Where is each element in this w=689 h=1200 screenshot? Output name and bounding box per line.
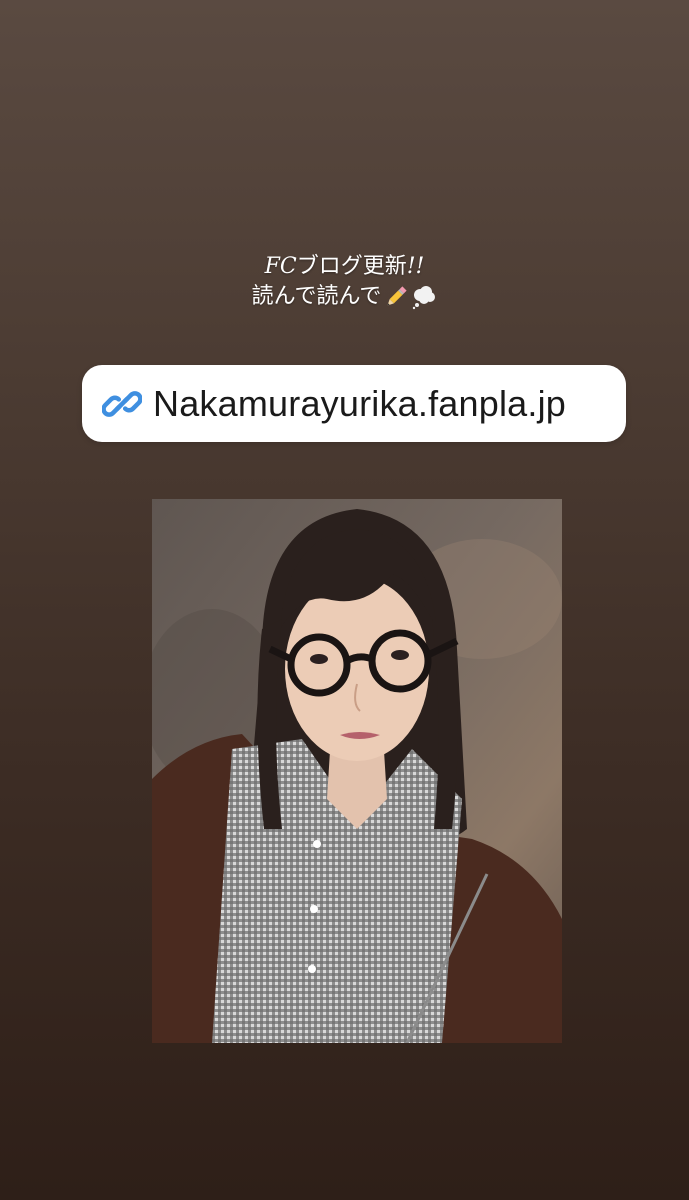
caption-blog-updated: ブログ更新 — [296, 254, 407, 279]
story-caption: FCブログ更新!! 読んで読んで — [0, 252, 689, 312]
pencil-icon — [383, 284, 409, 310]
caption-read-read: 読んで読んで — [251, 284, 382, 309]
caption-line-2: 読んで読んで — [252, 282, 438, 312]
selfie-photo — [152, 499, 562, 1043]
caption-exclaim: !! — [406, 254, 425, 279]
thought-balloon-icon — [411, 284, 437, 310]
caption-fc: FC — [264, 254, 297, 279]
link-url: Nakamurayurika.fanpla.jp — [153, 382, 566, 424]
link-sticker[interactable]: Nakamurayurika.fanpla.jp — [82, 365, 626, 442]
caption-line-1: FCブログ更新!! — [0, 252, 689, 282]
link-icon — [102, 384, 142, 424]
